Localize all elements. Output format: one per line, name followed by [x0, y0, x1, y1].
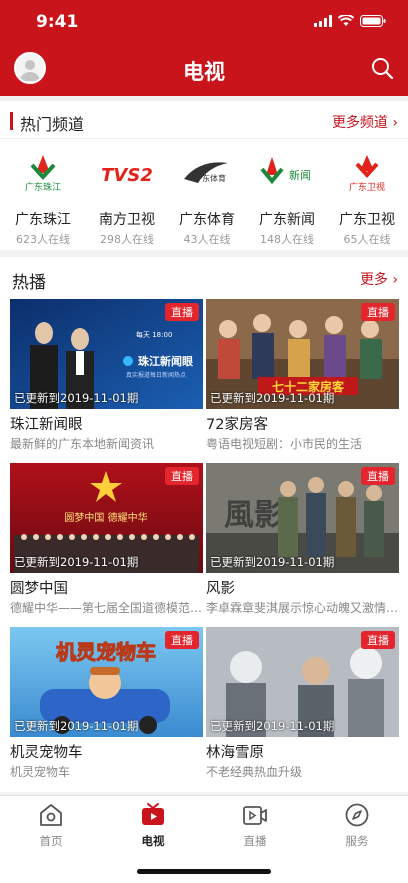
- hot-channels-section: 热门频道 更多频道 › 广东珠江 广东珠江 623人在线 TVS2 南方卫视 2…: [0, 101, 408, 250]
- live-badge: 直播: [361, 467, 395, 485]
- show-title: 珠江新闻眼: [10, 417, 83, 433]
- hot-channels-header: 热门频道 更多频道 ›: [0, 101, 408, 139]
- show-thumbnail: 七十二家房客 直播 已更新到2019-11-01期: [206, 299, 399, 409]
- show-subtitle: 德耀中华——第七届全国道德模范…: [10, 601, 203, 615]
- channel-online-count: 623人在线: [16, 233, 70, 246]
- svg-text:真实报道每日新闻热点: 真实报道每日新闻热点: [126, 371, 186, 379]
- show-subtitle: 粤语电视短剧：小市民的生活: [206, 437, 363, 451]
- channel-online-count: 148人在线: [260, 233, 314, 246]
- tab-label: 电视: [141, 834, 165, 848]
- svg-text:广东珠江: 广东珠江: [25, 181, 61, 193]
- home-icon: [40, 804, 62, 826]
- channel-logo: TVS2: [101, 165, 153, 186]
- update-label: 已更新到2019-11-01期: [14, 555, 139, 569]
- update-label: 已更新到2019-11-01期: [210, 719, 335, 733]
- status-icons: [314, 15, 386, 27]
- channel-logo: 新闻: [260, 157, 311, 185]
- show-thumbnail: 直播 已更新到2019-11-01期: [206, 627, 399, 737]
- show-card[interactable]: 直播 已更新到2019-11-01期 林海雪原 不老经典热血升级: [206, 627, 399, 787]
- wifi-icon: [338, 15, 354, 26]
- status-bar: 9:41: [0, 0, 408, 44]
- battery-icon: [360, 15, 386, 27]
- show-card[interactable]: 圆梦中国 德耀中华 直播 已更新到2019-11-01期 圆梦中国 德耀中华——…: [10, 463, 203, 623]
- hot-shows-title: 热播: [12, 273, 46, 293]
- show-subtitle: 机灵宠物车: [10, 765, 71, 779]
- show-title: 机灵宠物车: [10, 745, 83, 761]
- show-card[interactable]: 七十二家房客 直播 已更新到2019-11-01期 72家房客 粤语电视短剧：小…: [206, 299, 399, 459]
- app-header: 9:41 电视: [0, 0, 408, 96]
- tab-home[interactable]: 首页: [0, 800, 102, 852]
- tab-label: 首页: [39, 834, 63, 848]
- svg-text:珠江新闻眼: 珠江新闻眼: [138, 354, 193, 368]
- svg-text:TVS2: TVS2: [101, 165, 153, 186]
- show-title: 72家房客: [206, 417, 268, 433]
- show-thumbnail: 机灵宠物车 直播 已更新到2019-11-01期: [10, 627, 203, 737]
- live-badge: 直播: [165, 467, 199, 485]
- update-label: 已更新到2019-11-01期: [14, 719, 139, 733]
- channel-name: 广东新闻: [259, 212, 315, 228]
- channel-item[interactable]: 广东卫视 广东卫视 65人在线: [326, 151, 408, 246]
- show-card[interactable]: 風影 直播 已更新到2019-11-01期 风影 李卓霖章斐淇展示惊心动魄又激情…: [206, 463, 399, 623]
- tab-live[interactable]: 直播: [204, 800, 306, 852]
- signal-icon: [314, 15, 332, 27]
- home-indicator: [137, 869, 271, 874]
- tab-service[interactable]: 服务: [306, 800, 408, 852]
- svg-text:風影: 風影: [224, 498, 284, 533]
- show-card[interactable]: 珠江新闻眼 每天 18:00 真实报道每日新闻热点 直播 已更新到2019-11…: [10, 299, 203, 459]
- channel-list: 广东珠江 广东珠江 623人在线 TVS2 南方卫视 298人在线 广东体育 广…: [0, 151, 408, 246]
- channel-online-count: 65人在线: [343, 233, 391, 246]
- live-badge: 直播: [361, 631, 395, 649]
- channel-online-count: 298人在线: [100, 233, 154, 246]
- svg-text:每天 18:00: 每天 18:00: [136, 330, 172, 339]
- channel-logo: 广东卫视: [349, 155, 385, 193]
- more-channels-link[interactable]: 更多频道 ›: [332, 112, 398, 132]
- live-badge: 直播: [361, 303, 395, 321]
- show-subtitle: 李卓霖章斐淇展示惊心动魄又激情…: [206, 601, 399, 615]
- show-title: 风影: [206, 581, 235, 597]
- channel-name: 广东珠江: [15, 212, 71, 228]
- tab-label: 服务: [345, 834, 369, 848]
- live-icon: [243, 806, 267, 825]
- nav-bar: 电视: [0, 44, 408, 96]
- channel-online-count: 43人在线: [183, 233, 231, 246]
- compass-icon: [345, 803, 369, 827]
- show-subtitle: 不老经典热血升级: [206, 765, 303, 779]
- hot-channels-title: 热门频道: [20, 115, 85, 134]
- update-label: 已更新到2019-11-01期: [210, 391, 335, 405]
- section-marker: [10, 112, 13, 130]
- show-thumbnail: 風影 直播 已更新到2019-11-01期: [206, 463, 399, 573]
- channel-item[interactable]: 广东珠江 广东珠江 623人在线: [2, 151, 84, 246]
- show-thumbnail: 圆梦中国 德耀中华 直播 已更新到2019-11-01期: [10, 463, 203, 573]
- channel-name: 广东卫视: [339, 212, 395, 228]
- channel-logo: 广东体育: [184, 162, 228, 183]
- channel-logo: 广东珠江: [25, 155, 61, 193]
- live-badge: 直播: [165, 303, 199, 321]
- channel-item[interactable]: 新闻 广东新闻 148人在线: [246, 151, 328, 246]
- live-badge: 直播: [165, 631, 199, 649]
- show-title: 圆梦中国: [10, 581, 68, 597]
- tv-icon: [142, 803, 164, 825]
- tab-tv[interactable]: 电视: [102, 800, 204, 852]
- channel-name: 南方卫视: [99, 212, 155, 228]
- show-thumbnail: 珠江新闻眼 每天 18:00 真实报道每日新闻热点 直播 已更新到2019-11…: [10, 299, 203, 409]
- show-title: 林海雪原: [206, 745, 264, 761]
- page-title: 电视: [183, 60, 225, 84]
- hot-shows-section: 热播 更多 › 珠江新闻眼 每天 18:00 真实报道每日新闻热点 直播 已更新…: [0, 257, 408, 792]
- svg-text:新闻: 新闻: [289, 168, 311, 182]
- channel-item[interactable]: TVS2 南方卫视 298人在线: [86, 151, 168, 246]
- channel-name: 广东体育: [179, 212, 235, 228]
- search-icon[interactable]: [370, 56, 394, 80]
- update-label: 已更新到2019-11-01期: [210, 555, 335, 569]
- show-subtitle: 最新鲜的广东本地新闻资讯: [10, 437, 155, 451]
- status-time: 9:41: [36, 12, 79, 32]
- more-shows-link[interactable]: 更多 ›: [360, 269, 398, 289]
- update-label: 已更新到2019-11-01期: [14, 391, 139, 405]
- svg-text:机灵宠物车: 机灵宠物车: [56, 640, 156, 664]
- svg-text:圆梦中国 德耀中华: 圆梦中国 德耀中华: [64, 511, 147, 524]
- svg-text:广东卫视: 广东卫视: [349, 181, 385, 193]
- svg-text:广东体育: 广东体育: [194, 173, 226, 183]
- show-card[interactable]: 机灵宠物车 直播 已更新到2019-11-01期 机灵宠物车 机灵宠物车: [10, 627, 203, 787]
- tab-label: 直播: [243, 834, 267, 848]
- channel-item[interactable]: 广东体育 广东体育 43人在线: [166, 151, 248, 246]
